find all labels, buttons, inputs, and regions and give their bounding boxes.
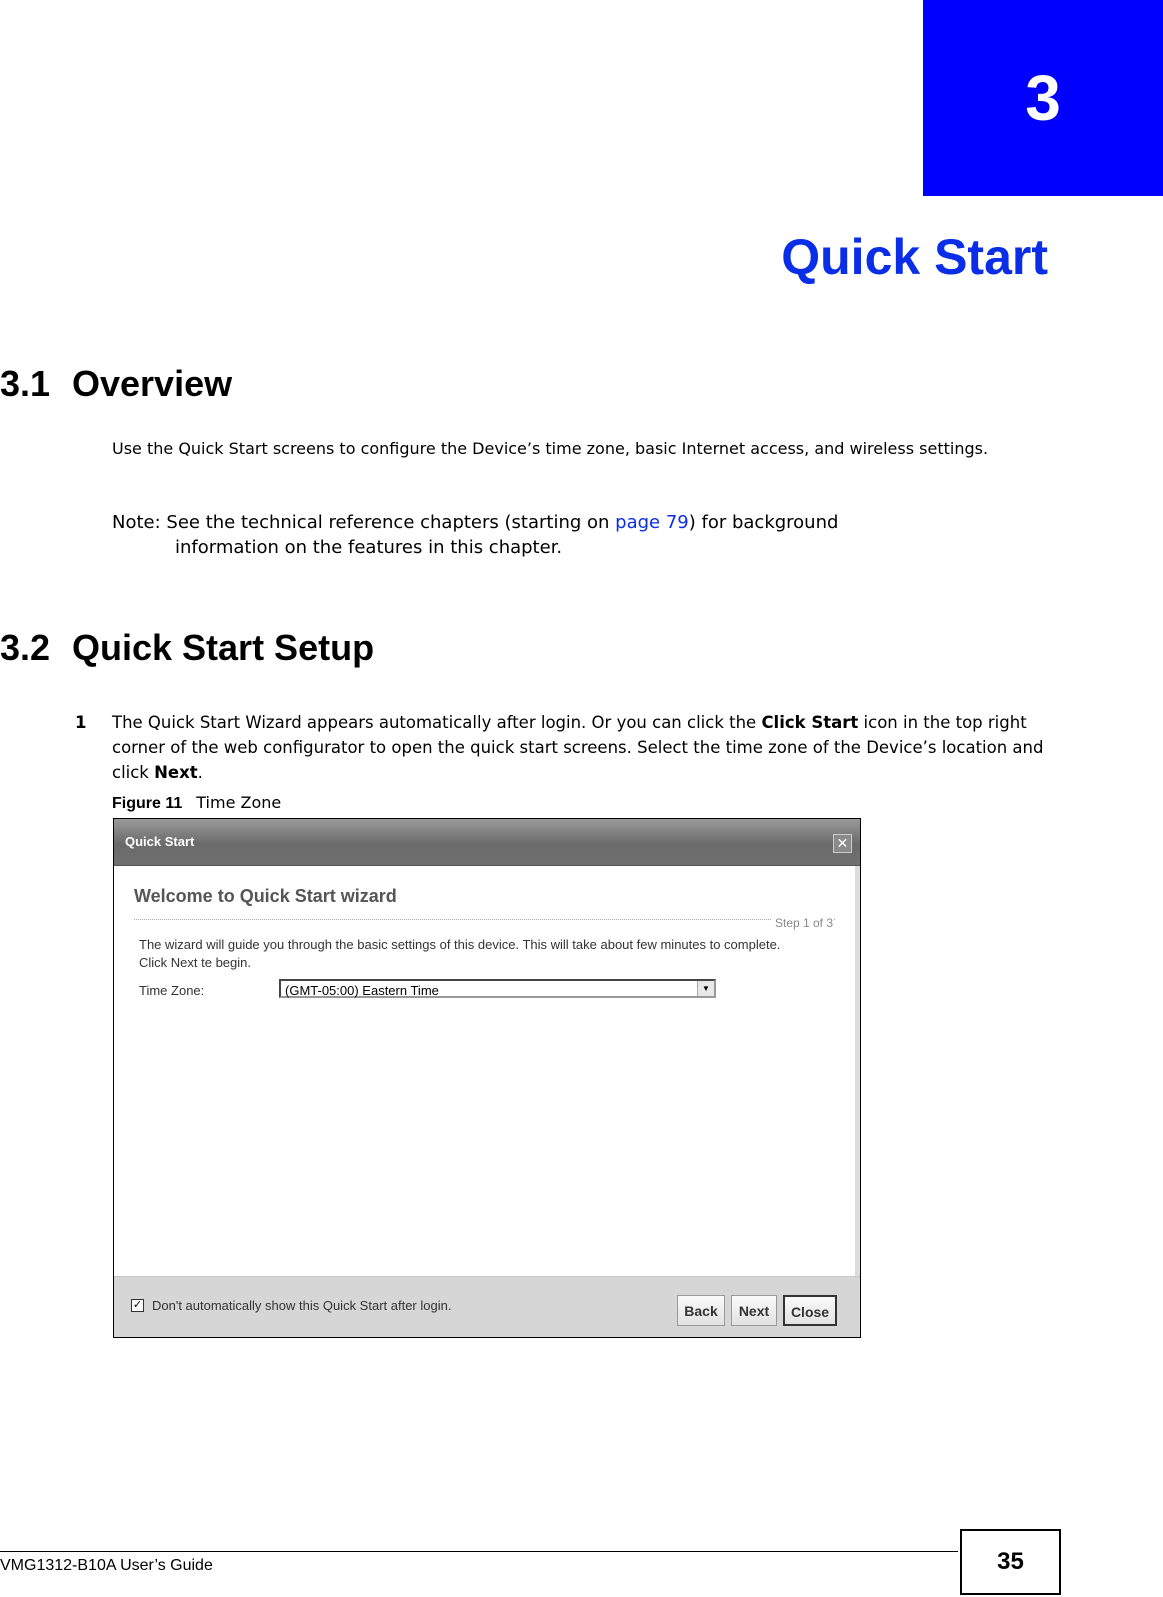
- close-button[interactable]: Close: [783, 1295, 837, 1326]
- dotted-divider: [134, 919, 835, 920]
- chevron-down-icon[interactable]: ▼: [697, 981, 714, 996]
- time-zone-label: Time Zone:: [139, 983, 205, 998]
- figure-title: Time Zone: [196, 793, 282, 812]
- chapter-number-box: 3: [923, 0, 1163, 196]
- dont-show-checkbox[interactable]: ✓: [131, 1299, 144, 1312]
- step-bold-click-start: Click Start: [761, 713, 859, 732]
- step-bold-next: Next: [154, 763, 198, 782]
- section-heading-quick-start-setup: 3.2 Quick Start Setup: [0, 627, 374, 669]
- step-text-a: The Quick Start Wizard appears automatic…: [112, 713, 762, 732]
- dialog-title: Quick Start: [125, 834, 195, 849]
- step-1: 1 The Quick Start Wizard appears automat…: [75, 710, 1055, 785]
- section-title: Overview: [72, 363, 233, 404]
- dialog-body: Welcome to Quick Start wizard Step 1 of …: [114, 866, 860, 1277]
- chapter-number: 3: [1025, 62, 1061, 134]
- dialog-header: Quick Start ✕: [114, 819, 860, 866]
- note-prefix: Note: See the technical reference chapte…: [112, 512, 616, 533]
- close-icon[interactable]: ✕: [833, 834, 852, 853]
- footer-rule: [0, 1551, 958, 1552]
- section-title: Quick Start Setup: [72, 627, 375, 668]
- dont-show-label: Don't automatically show this Quick Star…: [152, 1298, 452, 1313]
- figure-caption: Figure 11 Time Zone: [112, 793, 281, 813]
- note-suffix: ) for background: [688, 512, 839, 533]
- quick-start-dialog: Quick Start ✕ Welcome to Quick Start wiz…: [113, 818, 861, 1338]
- section-heading-overview: 3.1 Overview: [0, 363, 232, 405]
- section-number: 3.1: [0, 363, 51, 404]
- time-zone-value: (GMT-05:00) Eastern Time: [285, 983, 439, 998]
- page-link[interactable]: page 79: [615, 512, 689, 533]
- note-line2: information on the features in this chap…: [175, 537, 563, 558]
- wizard-heading: Welcome to Quick Start wizard: [134, 886, 397, 906]
- step-text-c: .: [197, 763, 203, 782]
- chapter-title: Quick Start: [781, 229, 1048, 285]
- time-zone-select[interactable]: (GMT-05:00) Eastern Time ▼: [279, 979, 716, 998]
- figure-label: Figure 11: [112, 795, 183, 812]
- next-button[interactable]: Next: [731, 1295, 777, 1326]
- note: Note: See the technical reference chapte…: [112, 510, 1052, 560]
- dialog-footer: ✓ Don't automatically show this Quick St…: [114, 1276, 860, 1337]
- back-button[interactable]: Back: [677, 1295, 725, 1326]
- step-number: 1: [75, 713, 87, 732]
- section-number: 3.2: [0, 627, 51, 668]
- page-number: 35: [960, 1529, 1061, 1595]
- guide-title: VMG1312-B10A User’s Guide: [0, 1557, 213, 1574]
- step-text: The Quick Start Wizard appears automatic…: [112, 710, 1055, 785]
- step-indicator: Step 1 of 3: [771, 916, 833, 930]
- overview-paragraph: Use the Quick Start screens to configure…: [112, 439, 989, 458]
- wizard-description: The wizard will guide you through the ba…: [139, 937, 781, 970]
